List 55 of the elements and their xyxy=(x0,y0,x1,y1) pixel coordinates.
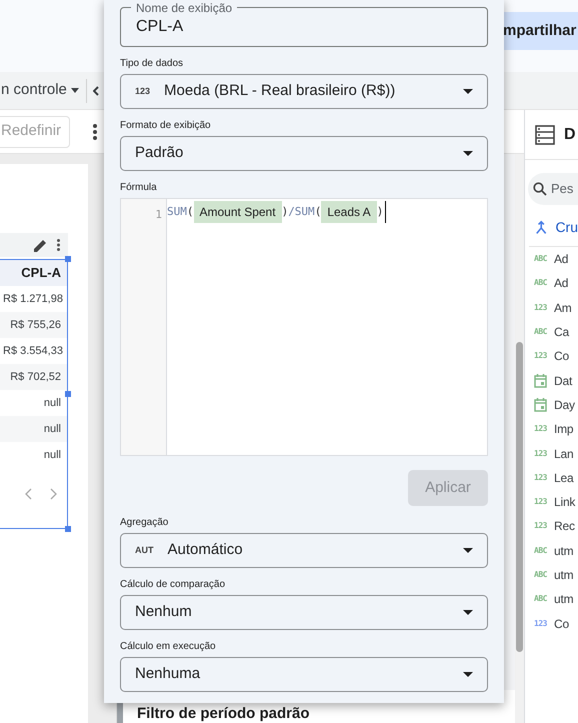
field-item[interactable]: ABC Ca xyxy=(525,320,578,344)
field-item[interactable]: 123 Imp xyxy=(525,417,578,442)
type-tag: ABC xyxy=(534,253,548,266)
field-item[interactable]: 123 Co xyxy=(525,611,578,636)
control-menu[interactable]: n controle xyxy=(1,79,79,102)
type-tag: 123 xyxy=(534,423,548,436)
panel-title: D xyxy=(564,124,576,144)
dropdown[interactable]: Nenhuma xyxy=(120,657,488,692)
field-label: Fórmula xyxy=(120,182,158,194)
column-header[interactable]: CPL-A xyxy=(0,260,67,286)
dropdown[interactable]: Padrão xyxy=(120,136,488,171)
dropdown[interactable]: Nenhum xyxy=(120,595,488,630)
dropdown[interactable]: AUT Automático xyxy=(120,533,488,568)
field-label: Formato de exibição xyxy=(120,120,212,132)
field-item[interactable]: ABC Ad xyxy=(525,271,578,296)
type-tag: ABC xyxy=(534,326,548,338)
type-tag: ABC xyxy=(534,277,548,290)
type-tag: 123 xyxy=(534,350,548,362)
field-item[interactable]: ABC Ad xyxy=(525,247,578,272)
table-cell: R$ 755,26 xyxy=(0,312,67,338)
search-field[interactable]: Pes xyxy=(528,173,578,205)
field-item[interactable]: ABC utm xyxy=(525,587,578,612)
field-item[interactable]: 123 Lan xyxy=(525,441,578,466)
type-tag: ABC xyxy=(534,569,548,581)
field-item[interactable]: ABC utm xyxy=(525,538,578,563)
table-cell-text: R$ 3.554,33 xyxy=(2,344,64,359)
type-tag: 123 xyxy=(534,302,548,314)
table-cell: R$ 702,52 xyxy=(0,364,67,390)
field-item[interactable]: 123 Am xyxy=(525,296,578,320)
dropdown[interactable]: 123 Moeda (BRL - Real brasileiro (R$)) xyxy=(120,74,488,109)
field-item[interactable]: 123 Rec xyxy=(525,514,578,539)
field-item[interactable]: Dat xyxy=(525,368,578,393)
blend-item[interactable]: Cru xyxy=(529,205,578,247)
type-tag: 123 xyxy=(534,448,548,460)
type-tag: 123 xyxy=(534,472,548,484)
table-cell: null xyxy=(0,416,67,442)
table-cell-text: null xyxy=(42,396,62,411)
field-label: Cálculo em execução xyxy=(120,641,217,653)
field-item[interactable]: 123 Link xyxy=(525,490,578,514)
type-tag: 123 xyxy=(534,496,548,508)
field-item[interactable]: ABC utm xyxy=(525,562,578,588)
search-input[interactable]: Pes xyxy=(551,179,577,199)
field-label: Agregação xyxy=(120,517,170,529)
field-item[interactable]: 123 Lea xyxy=(525,466,578,490)
field-item[interactable]: 123 Co xyxy=(525,344,578,368)
type-tag: 123 xyxy=(534,618,548,630)
field-item[interactable]: Day xyxy=(525,392,578,418)
field-label: Cálculo de comparação xyxy=(120,579,226,591)
type-tag: 123 xyxy=(534,520,548,532)
table-chart[interactable]: CPL-A R$ 1.271,98 R$ 755,26 R$ 3.554,33 R$ 702,52 null null null xyxy=(0,259,68,529)
type-tag: ABC xyxy=(534,544,548,557)
field-label: Tipo de dados xyxy=(120,58,184,70)
table-cell-text: R$ 1.271,98 xyxy=(2,292,64,307)
table-cell-text: null xyxy=(42,448,62,463)
type-tag: ABC xyxy=(534,593,548,606)
